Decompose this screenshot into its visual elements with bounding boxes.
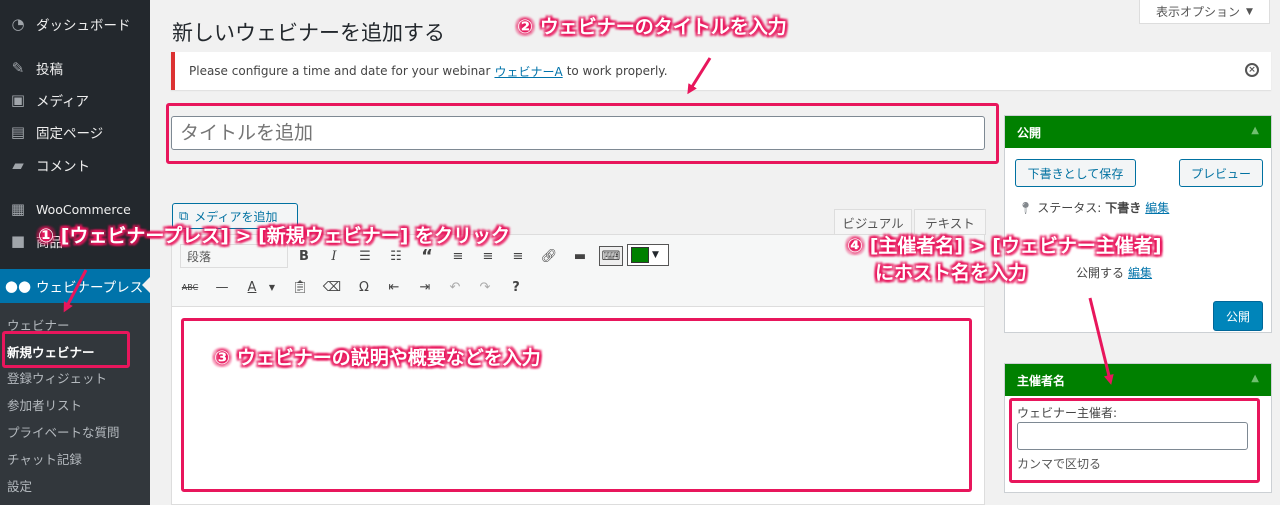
organizer-box-header[interactable]: 主催者名 ▲ (1005, 364, 1271, 396)
pin-icon: 📍︎ (1018, 200, 1034, 215)
publish-schedule-edit-link[interactable]: 編集 (1128, 264, 1152, 281)
preview-button[interactable]: プレビュー (1179, 159, 1263, 187)
special-character-icon[interactable]: Ω (354, 277, 374, 297)
toolbar-toggle-icon[interactable]: ⌨︎ (599, 246, 623, 266)
annotation-step4-line2: にホスト名を入力 (875, 262, 1028, 284)
publish-heading: 公開 (1017, 125, 1042, 140)
read-more-icon[interactable]: ▬ (570, 246, 590, 266)
notice-text: Please configure a time and date for you… (189, 64, 491, 78)
media-icon: ▣ (10, 91, 26, 109)
redo-icon[interactable]: ↷ (475, 277, 495, 297)
publish-schedule-text: 公開する (1076, 266, 1125, 280)
clear-format-icon[interactable]: ⌫ (322, 277, 342, 297)
sidebar-item-pages[interactable]: ▤ 固定ページ (0, 116, 150, 148)
submenu-settings[interactable]: 設定 (7, 476, 32, 495)
caret-down-icon: ▼ (652, 250, 659, 260)
save-draft-button[interactable]: 下書きとして保存 (1015, 159, 1136, 187)
toggle-arrow-icon[interactable]: ▲ (1251, 125, 1259, 136)
publish-box-header[interactable]: 公開 ▲ (1005, 116, 1271, 148)
sidebar-item-label: コメント (36, 159, 90, 175)
sidebar-item-label: 投稿 (36, 62, 63, 78)
status-row: 📍︎ ステータス: 下書き 編集 (1018, 199, 1169, 216)
horizontal-line-icon[interactable]: — (212, 277, 232, 297)
organizer-heading: 主催者名 (1017, 373, 1066, 388)
highlight-organizer (1009, 398, 1260, 483)
align-center-icon[interactable]: ≡ (478, 246, 498, 266)
users-icon: ●● (4, 277, 32, 295)
sidebar-item-comments[interactable]: ▰ コメント (0, 149, 150, 181)
sidebar-item-label: 固定ページ (36, 126, 104, 142)
bullet-list-icon[interactable]: ☰ (355, 246, 375, 266)
sidebar-item-posts[interactable]: ✎ 投稿 (0, 52, 150, 84)
notice-banner: Please configure a time and date for you… (171, 52, 1271, 90)
indent-icon[interactable]: ⇥ (415, 277, 435, 297)
submenu-attendee-list[interactable]: 参加者リスト (7, 395, 82, 414)
submenu-chat-log[interactable]: チャット記録 (7, 449, 82, 468)
help-icon[interactable]: ? (506, 277, 526, 297)
align-left-icon[interactable]: ≡ (448, 246, 468, 266)
submenu-private-questions[interactable]: プライベートな質問 (7, 422, 120, 441)
submenu-registration-widget[interactable]: 登録ウィジェット (7, 368, 107, 387)
publish-schedule-row: 公開する 編集 (1076, 264, 1152, 281)
caret-down-icon: ▼ (1246, 6, 1253, 17)
annotation-step1: ① [ウェビナープレス] > [新規ウェビナー] をクリック (38, 225, 511, 247)
toggle-arrow-icon[interactable]: ▲ (1251, 373, 1259, 384)
page-title: 新しいウェビナーを追加する (172, 21, 445, 45)
status-label: ステータス: (1037, 201, 1102, 215)
sidebar-item-dashboard[interactable]: ◔ ダッシュボード (0, 8, 150, 40)
link-icon[interactable]: 🔗︎ (539, 246, 559, 266)
admin-sidebar: ◔ ダッシュボード ✎ 投稿 ▣ メディア ▤ 固定ページ ▰ コメント ▦ W… (0, 0, 150, 505)
sidebar-item-label: ウェビナープレス (36, 280, 144, 296)
dashboard-icon: ◔ (11, 15, 25, 33)
status-edit-link[interactable]: 編集 (1145, 199, 1169, 216)
text-color-icon[interactable]: A (242, 277, 262, 297)
format-select-value: 段落 (187, 249, 212, 264)
notice-text-after: to work properly. (566, 64, 668, 78)
paste-text-icon[interactable]: 📋︎ (290, 277, 310, 297)
sidebar-item-label: メディア (36, 94, 90, 110)
sidebar-item-label: WooCommerce (36, 201, 131, 217)
annotation-step2: ② ウェビナーのタイトルを入力 (517, 16, 787, 38)
pin-icon: ✎ (11, 59, 25, 77)
highlight-title-field (166, 103, 999, 164)
outdent-icon[interactable]: ⇤ (384, 277, 404, 297)
strikethrough-icon[interactable]: ABC (180, 277, 200, 297)
screen-options-button[interactable]: 表示オプション ▼ (1139, 0, 1270, 24)
sidebar-item-webinarpress[interactable]: ●● ウェビナープレス (0, 269, 150, 303)
annotation-step4-line1: ④ [主催者名] > [ウェビナー主催者] (847, 235, 1162, 257)
status-value: 下書き (1105, 201, 1142, 215)
undo-icon[interactable]: ↶ (445, 277, 465, 297)
box-icon: ■ (10, 232, 26, 250)
sidebar-item-media[interactable]: ▣ メディア (0, 84, 150, 116)
publish-button[interactable]: 公開 (1213, 301, 1263, 331)
caret-down-icon[interactable]: ▼ (262, 277, 282, 297)
align-right-icon[interactable]: ≡ (508, 246, 528, 266)
quote-icon[interactable]: “ (417, 246, 437, 267)
italic-icon[interactable]: I (324, 246, 344, 266)
page-icon: ▤ (10, 123, 26, 141)
color-swatch (631, 247, 649, 263)
dismiss-icon[interactable]: × (1245, 63, 1259, 77)
color-select[interactable]: ▼ (627, 244, 669, 266)
screen-options-label: 表示オプション (1156, 5, 1241, 19)
annotation-step3: ③ ウェビナーの説明や概要などを入力 (214, 347, 541, 369)
sidebar-item-label: ダッシュボード (36, 18, 131, 34)
bold-icon[interactable]: B (294, 246, 314, 266)
numbered-list-icon[interactable]: ☷ (386, 246, 406, 266)
highlight-new-webinar (2, 331, 130, 368)
notice-webinar-link[interactable]: ウェビナーA (494, 63, 562, 80)
comment-icon: ▰ (12, 156, 24, 174)
woo-icon: ▦ (10, 200, 26, 218)
